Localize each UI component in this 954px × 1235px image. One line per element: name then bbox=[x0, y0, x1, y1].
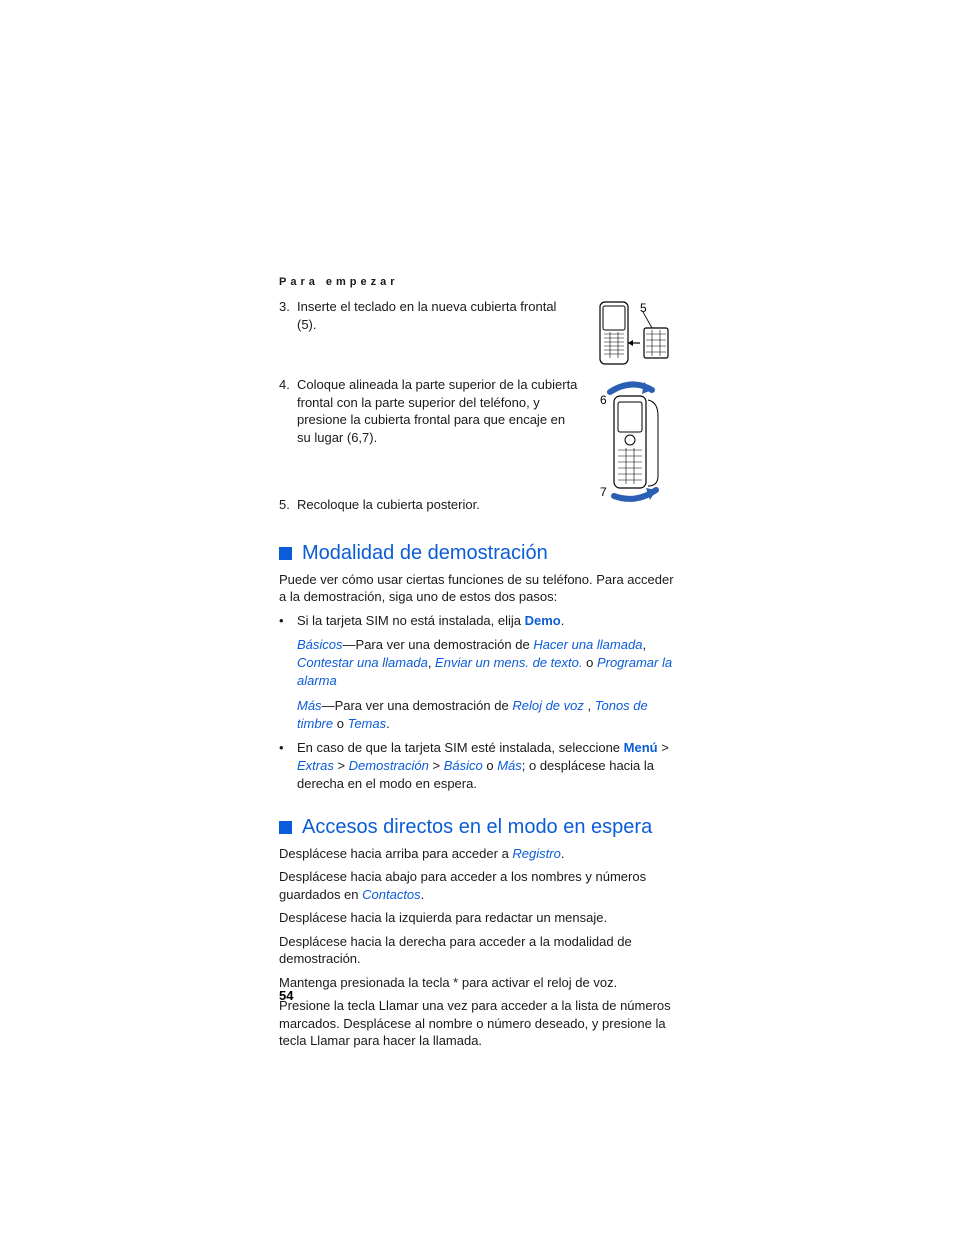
figure-5-illustration: 5 bbox=[592, 298, 674, 368]
step-3-text: Inserte el teclado en la nueva cubierta … bbox=[297, 298, 578, 333]
bullet-icon: • bbox=[279, 739, 297, 794]
demo-intro: Puede ver cómo usar ciertas funciones de… bbox=[279, 571, 674, 606]
section-shortcuts-title: Accesos directos en el modo en espera bbox=[302, 816, 652, 839]
step-4-text: Coloque alineada la parte superior de la… bbox=[297, 376, 578, 446]
step-3-number: 3. bbox=[279, 298, 297, 333]
shortcut-p1: Desplácese hacia arriba para acceder a R… bbox=[279, 845, 674, 863]
square-bullet-icon bbox=[279, 821, 292, 834]
demo-mas-line: Más—Para ver una demostración de Reloj d… bbox=[297, 697, 674, 733]
step-5: 5. Recoloque la cubierta posterior. bbox=[279, 496, 578, 514]
section-shortcuts-heading: Accesos directos en el modo en espera bbox=[279, 816, 674, 839]
page-number: 54 bbox=[279, 988, 293, 1003]
page-section-header: Para empezar bbox=[279, 276, 674, 288]
demo-link: Demo bbox=[525, 613, 561, 628]
demo-basicos-line: Básicos—Para ver una demostración de Hac… bbox=[297, 636, 674, 691]
step-5-text: Recoloque la cubierta posterior. bbox=[297, 496, 578, 514]
shortcut-p5: Mantenga presionada la tecla * para acti… bbox=[279, 974, 674, 992]
figure-6-7-illustration: 6 7 bbox=[592, 376, 674, 504]
shortcut-p4: Desplácese hacia la derecha para acceder… bbox=[279, 933, 674, 968]
demo-bullet-2: En caso de que la tarjeta SIM esté insta… bbox=[297, 739, 674, 794]
shortcut-p3: Desplácese hacia la izquierda para redac… bbox=[279, 909, 674, 927]
step-3: 3. Inserte el teclado en la nueva cubier… bbox=[279, 298, 578, 333]
shortcut-p2: Desplácese hacia abajo para acceder a lo… bbox=[279, 868, 674, 903]
figure-label-6: 6 bbox=[600, 393, 607, 407]
demo-bullet-1: Si la tarjeta SIM no está instalada, eli… bbox=[297, 612, 674, 630]
section-demo-mode-title: Modalidad de demostración bbox=[302, 542, 548, 565]
section-demo-mode-heading: Modalidad de demostración bbox=[279, 542, 674, 565]
step-4-number: 4. bbox=[279, 376, 297, 446]
bullet-icon: • bbox=[279, 612, 297, 630]
step-4: 4. Coloque alineada la parte superior de… bbox=[279, 376, 578, 446]
figure-label-7: 7 bbox=[600, 485, 607, 499]
step-5-number: 5. bbox=[279, 496, 297, 514]
square-bullet-icon bbox=[279, 547, 292, 560]
shortcut-p6: Presione la tecla Llamar una vez para ac… bbox=[279, 997, 674, 1050]
